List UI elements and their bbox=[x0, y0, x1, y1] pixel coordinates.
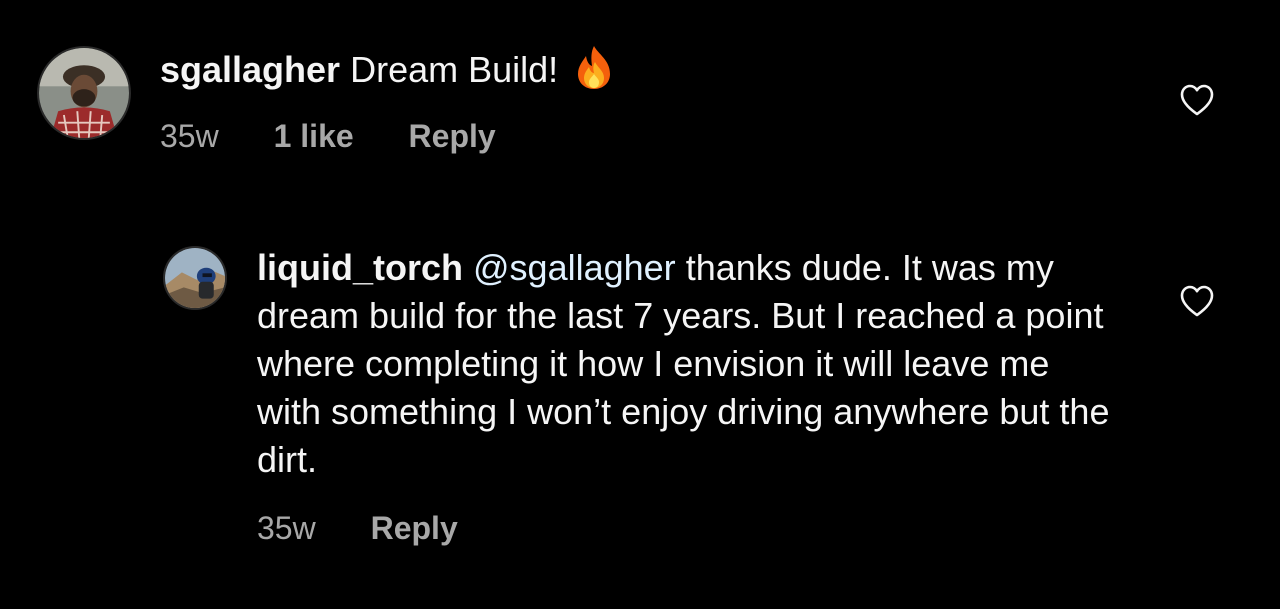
mention-link[interactable]: @sgallagher bbox=[473, 247, 676, 288]
user-avatar[interactable] bbox=[37, 46, 131, 140]
reply-button[interactable]: Reply bbox=[409, 114, 496, 158]
reply-meta: 35w Reply bbox=[257, 506, 504, 550]
reply-button[interactable]: Reply bbox=[371, 506, 458, 550]
reply-body: liquid_torch @sgallagher thanks dude. It… bbox=[257, 244, 1117, 484]
heart-outline-icon[interactable] bbox=[1179, 83, 1215, 117]
avatar-image bbox=[39, 48, 129, 138]
fire-emoji bbox=[574, 44, 614, 90]
comment-body: sgallagher Dream Build! bbox=[160, 44, 1140, 94]
comment-timestamp: 35w bbox=[160, 118, 219, 154]
comment-meta: 35w 1 like Reply bbox=[160, 114, 542, 158]
user-avatar[interactable] bbox=[163, 246, 227, 310]
avatar-image bbox=[165, 248, 225, 308]
comment-text: Dream Build! bbox=[350, 49, 559, 90]
reply-timestamp: 35w bbox=[257, 510, 316, 546]
comment-username[interactable]: sgallagher bbox=[160, 49, 340, 90]
reply-username[interactable]: liquid_torch bbox=[257, 247, 463, 288]
heart-outline-icon[interactable] bbox=[1179, 284, 1215, 318]
likes-count[interactable]: 1 like bbox=[274, 114, 354, 158]
